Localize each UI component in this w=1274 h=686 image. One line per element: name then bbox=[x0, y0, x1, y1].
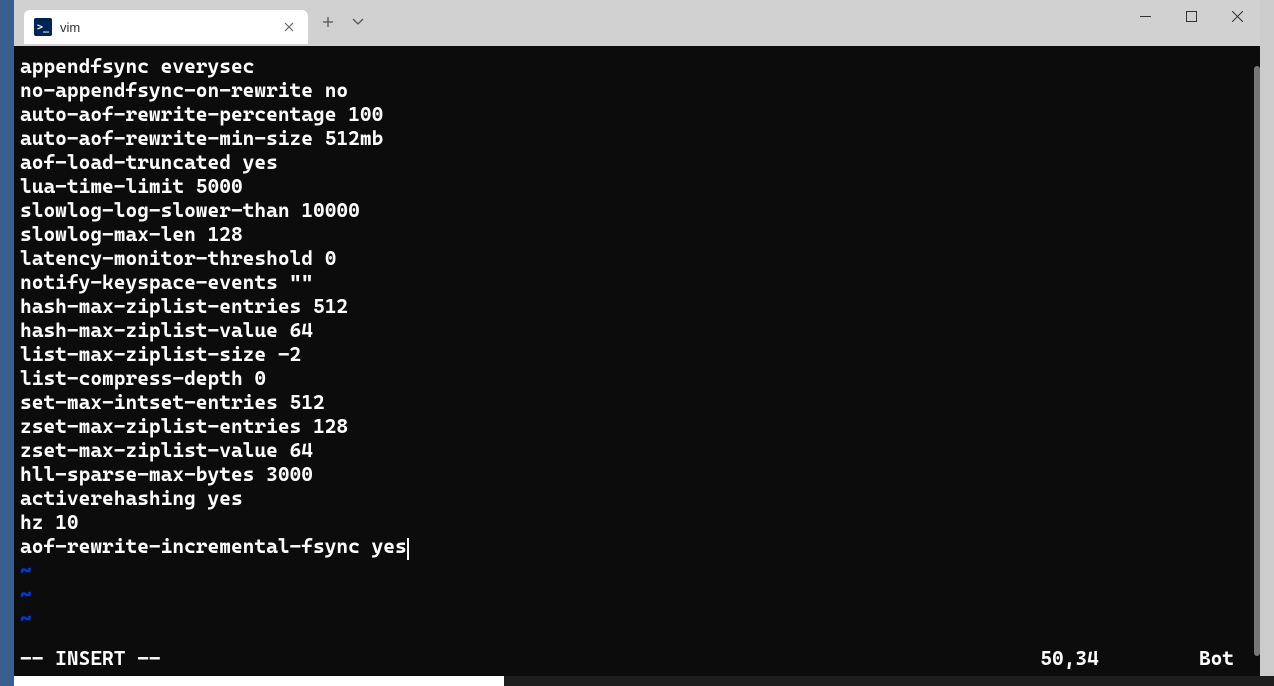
config-line: auto-aof-rewrite-min-size 512mb bbox=[20, 126, 1254, 150]
config-line: appendfsync everysec bbox=[20, 54, 1254, 78]
config-line: list-compress-depth 0 bbox=[20, 366, 1254, 390]
config-line: auto-aof-rewrite-percentage 100 bbox=[20, 102, 1254, 126]
config-line: aof-load-truncated yes bbox=[20, 150, 1254, 174]
config-line: slowlog-log-slower-than 10000 bbox=[20, 198, 1254, 222]
vim-empty-line-tilde: ~ bbox=[20, 606, 1254, 630]
config-line: activerehashing yes bbox=[20, 486, 1254, 510]
minimize-button[interactable] bbox=[1122, 0, 1168, 32]
close-tab-button[interactable] bbox=[280, 18, 298, 36]
vim-scroll-percent: Bot bbox=[1199, 646, 1254, 670]
config-line: aof-rewrite-incremental-fsync yes bbox=[20, 534, 1254, 558]
terminal-window: >_ vim a bbox=[14, 0, 1260, 676]
background-bottom-left bbox=[14, 676, 504, 686]
scrollbar-thumb[interactable] bbox=[1254, 66, 1260, 656]
powershell-icon: >_ bbox=[34, 18, 52, 36]
config-line: list-max-ziplist-size -2 bbox=[20, 342, 1254, 366]
close-window-button[interactable] bbox=[1214, 0, 1260, 32]
maximize-button[interactable] bbox=[1168, 0, 1214, 32]
tab-vim[interactable]: >_ vim bbox=[24, 10, 308, 44]
config-line: set-max-intset-entries 512 bbox=[20, 390, 1254, 414]
config-line: hash-max-ziplist-value 64 bbox=[20, 318, 1254, 342]
background-bottom-right bbox=[504, 676, 1274, 686]
vim-empty-line-tilde: ~ bbox=[20, 582, 1254, 606]
titlebar[interactable]: >_ vim bbox=[14, 0, 1260, 46]
config-line: hll-sparse-max-bytes 3000 bbox=[20, 462, 1254, 486]
background-left-edge bbox=[0, 0, 14, 686]
terminal-content[interactable]: appendfsync everysecno-appendfsync-on-re… bbox=[14, 46, 1260, 676]
vim-status-line: -- INSERT -- 50,34 Bot bbox=[20, 646, 1254, 670]
new-tab-button[interactable] bbox=[322, 16, 334, 28]
config-line: hz 10 bbox=[20, 510, 1254, 534]
vim-mode: -- INSERT -- bbox=[20, 646, 161, 670]
config-line: hash-max-ziplist-entries 512 bbox=[20, 294, 1254, 318]
config-line: no-appendfsync-on-rewrite no bbox=[20, 78, 1254, 102]
vim-empty-line-tilde: ~ bbox=[20, 558, 1254, 582]
tab-title: vim bbox=[60, 20, 272, 35]
scrollbar[interactable] bbox=[1252, 46, 1260, 676]
config-line: notify-keyspace-events "" bbox=[20, 270, 1254, 294]
tab-dropdown-button[interactable] bbox=[352, 18, 364, 26]
config-line: slowlog-max-len 128 bbox=[20, 222, 1254, 246]
text-cursor bbox=[407, 538, 409, 560]
config-line: latency-monitor-threshold 0 bbox=[20, 246, 1254, 270]
vim-cursor-position: 50,34 bbox=[1040, 646, 1199, 670]
config-line: zset-max-ziplist-entries 128 bbox=[20, 414, 1254, 438]
config-line: lua-time-limit 5000 bbox=[20, 174, 1254, 198]
config-line: zset-max-ziplist-value 64 bbox=[20, 438, 1254, 462]
